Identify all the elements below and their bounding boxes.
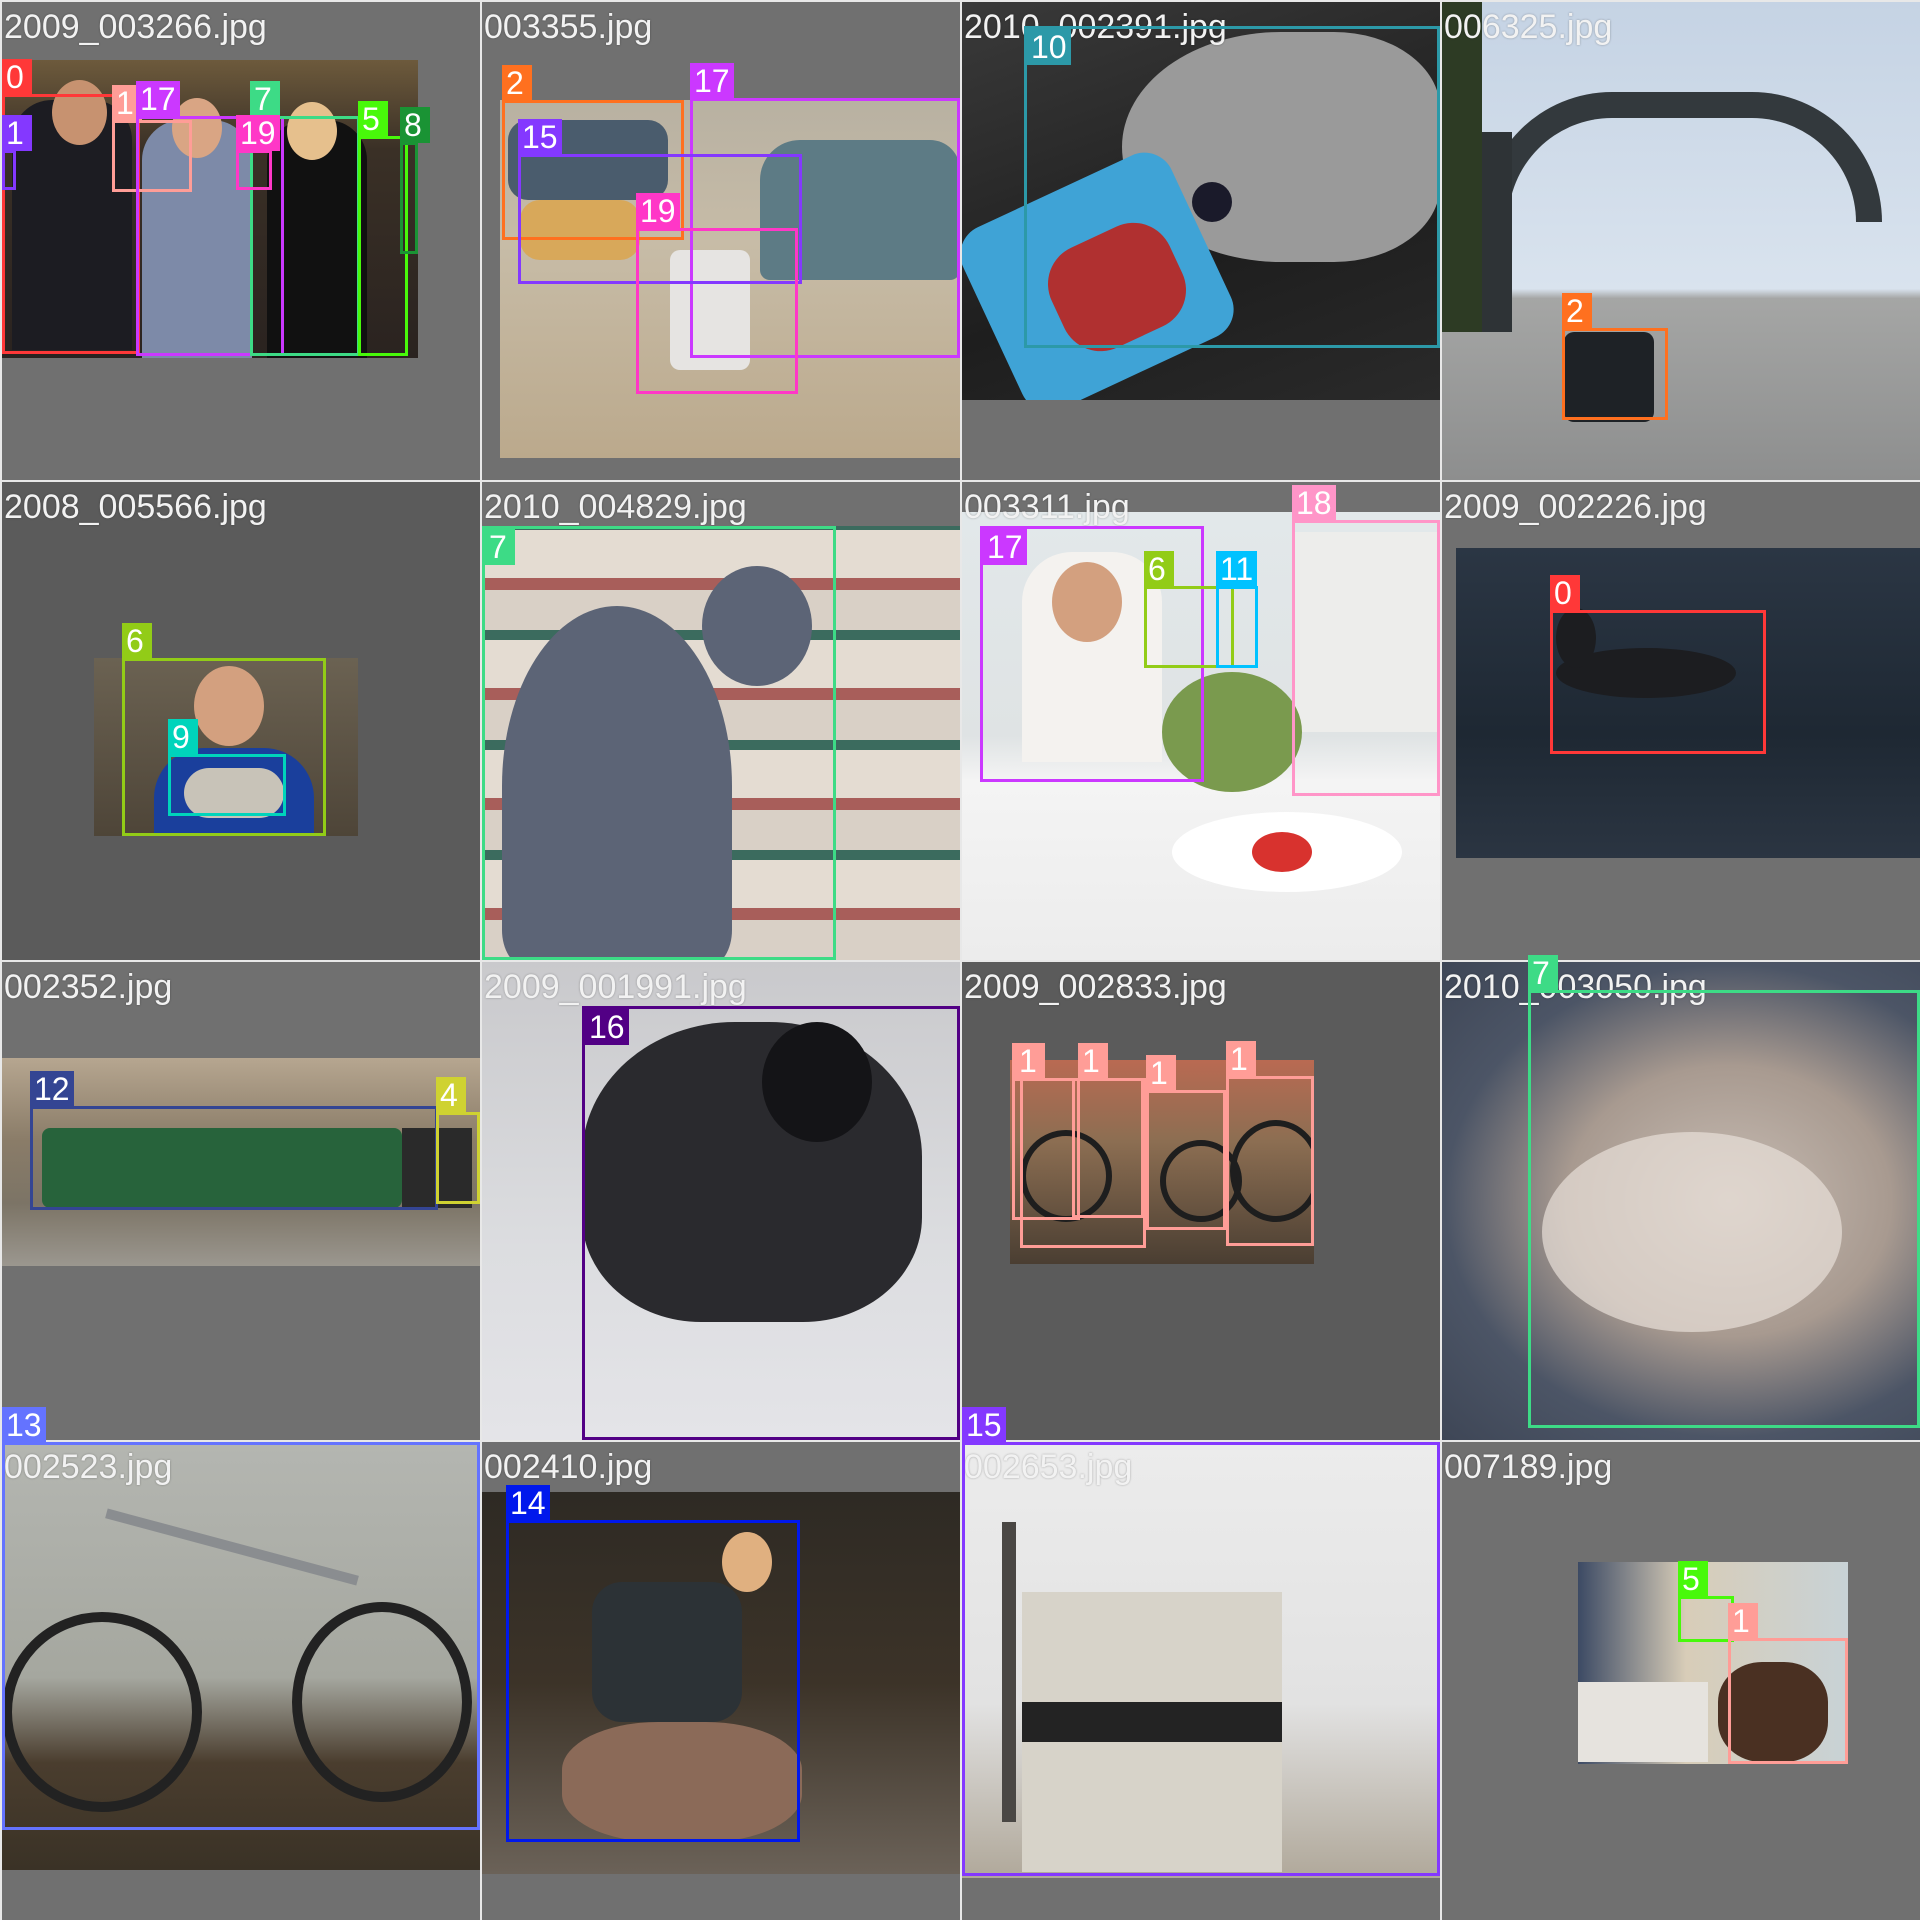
filename-label: 003311.jpg xyxy=(964,488,1130,526)
bbox: 1 xyxy=(2,115,32,190)
bbox: 7 xyxy=(1528,955,1920,1428)
tile-002523: 002523.jpg 13 xyxy=(2,1407,480,1920)
bbox-label: 15 xyxy=(518,119,562,155)
tile-002653: 002653.jpg 15 xyxy=(962,1407,1440,1920)
filename-label: 2010_004829.jpg xyxy=(484,488,747,526)
bbox-label: 5 xyxy=(358,101,388,137)
bbox-label: 19 xyxy=(636,193,680,229)
filename-label: 007189.jpg xyxy=(1444,1448,1613,1486)
bbox: 19 xyxy=(636,193,798,394)
filename-label: 2009_001991.jpg xyxy=(484,968,747,1006)
bbox-label: 6 xyxy=(122,623,152,659)
tile-2009-001991: 2009_001991.jpg 16 xyxy=(482,962,960,1440)
tile-2010-002391: 2010_002391.jpg 10 xyxy=(962,2,1440,480)
bbox: 19 xyxy=(236,115,280,190)
mosaic-grid: 2009_003266.jpg 0 1 17 7 19 1 5 8 003355… xyxy=(0,0,1920,1920)
photo-santa-monica-arch xyxy=(1442,2,1920,480)
bbox: 1 xyxy=(1728,1603,1848,1764)
filename-label: 006325.jpg xyxy=(1444,8,1613,46)
bbox: 4 xyxy=(436,1077,480,1204)
bbox-label: 0 xyxy=(1550,575,1580,611)
bbox-label: 4 xyxy=(436,1077,466,1113)
filename-label: 002410.jpg xyxy=(484,1448,653,1486)
bbox-label: 17 xyxy=(983,529,1027,565)
bbox-label: 16 xyxy=(585,1009,629,1045)
bbox: 2 xyxy=(1562,293,1668,420)
bbox: 18 xyxy=(1292,485,1440,796)
bbox: 8 xyxy=(400,107,430,254)
bbox-label: 17 xyxy=(690,63,734,99)
bbox-label: 19 xyxy=(236,115,280,151)
bbox: 9 xyxy=(168,719,286,816)
bbox: 16 xyxy=(582,1006,960,1440)
bbox-label: 17 xyxy=(136,81,180,117)
bbox-label: 7 xyxy=(485,529,515,565)
tile-003355: 003355.jpg 2 17 15 19 xyxy=(482,2,960,480)
tile-007189: 007189.jpg 5 1 xyxy=(1442,1442,1920,1920)
filename-label: 2009_002226.jpg xyxy=(1444,488,1707,526)
tile-006325: 006325.jpg 2 xyxy=(1442,2,1920,480)
bbox-label: 1 xyxy=(1078,1043,1108,1079)
bbox-label: 0 xyxy=(2,59,32,95)
tile-002410: 002410.jpg 14 xyxy=(482,1442,960,1920)
bbox-label: 8 xyxy=(400,107,430,143)
bbox-label: 1 xyxy=(1226,1041,1256,1077)
bbox: 11 xyxy=(1216,551,1258,668)
bbox: 12 xyxy=(30,1071,438,1210)
bbox: 7 xyxy=(482,526,836,960)
bbox-label: 1 xyxy=(2,115,32,151)
bbox-label: 9 xyxy=(168,719,198,755)
bbox: 15 xyxy=(962,1407,1440,1876)
filename-label: 2009_002833.jpg xyxy=(964,968,1227,1006)
tile-2009-002833: 2009_002833.jpg 1 1 1 1 1 xyxy=(962,962,1440,1440)
tile-002352: 002352.jpg 12 4 xyxy=(2,962,480,1440)
bbox: 5 xyxy=(1678,1561,1734,1642)
filename-label: 2008_005566.jpg xyxy=(4,488,267,526)
bbox-label: 7 xyxy=(1528,955,1558,991)
filename-label: 003355.jpg xyxy=(484,8,653,46)
bbox: 0 xyxy=(1550,575,1766,754)
bbox-label: 5 xyxy=(1678,1561,1708,1597)
bbox-label: 1 xyxy=(1015,1043,1045,1079)
bbox-label: 14 xyxy=(506,1485,550,1521)
bbox-label: 2 xyxy=(1562,293,1592,329)
bbox-label: 12 xyxy=(30,1071,74,1107)
bbox-label: 18 xyxy=(1292,485,1336,521)
bbox-label: 15 xyxy=(962,1407,1006,1443)
bbox: 10 xyxy=(1024,26,1440,348)
tile-2010-004829: 2010_004829.jpg 7 xyxy=(482,482,960,960)
tile-003311: 003311.jpg 17 6 11 18 xyxy=(962,482,1440,960)
bbox-label: 6 xyxy=(1144,551,1174,587)
bbox-label: 13 xyxy=(2,1407,46,1443)
bbox: 1 xyxy=(1146,1055,1226,1230)
bbox: 14 xyxy=(506,1485,800,1842)
bbox-label: 2 xyxy=(502,65,532,101)
bbox-label: 10 xyxy=(1027,29,1071,65)
filename-label: 2009_003266.jpg xyxy=(4,8,267,46)
bbox-label: 7 xyxy=(250,81,280,117)
bbox: 13 xyxy=(2,1407,480,1830)
bbox-label: 1 xyxy=(1146,1055,1176,1091)
bbox-label: 1 xyxy=(1728,1603,1758,1639)
tile-2009-003266: 2009_003266.jpg 0 1 17 7 19 1 5 8 xyxy=(2,2,480,480)
bbox: 1 xyxy=(1015,1043,1144,1218)
tile-2008-005566: 2008_005566.jpg 6 9 xyxy=(2,482,480,960)
tile-2010-003050: 2010_003050.jpg 7 xyxy=(1442,955,1920,1440)
tile-2009-002226: 2009_002226.jpg 0 xyxy=(1442,482,1920,960)
bbox-label: 11 xyxy=(1216,551,1258,587)
bbox: 1 xyxy=(1226,1041,1314,1246)
filename-label: 002352.jpg xyxy=(4,968,173,1006)
